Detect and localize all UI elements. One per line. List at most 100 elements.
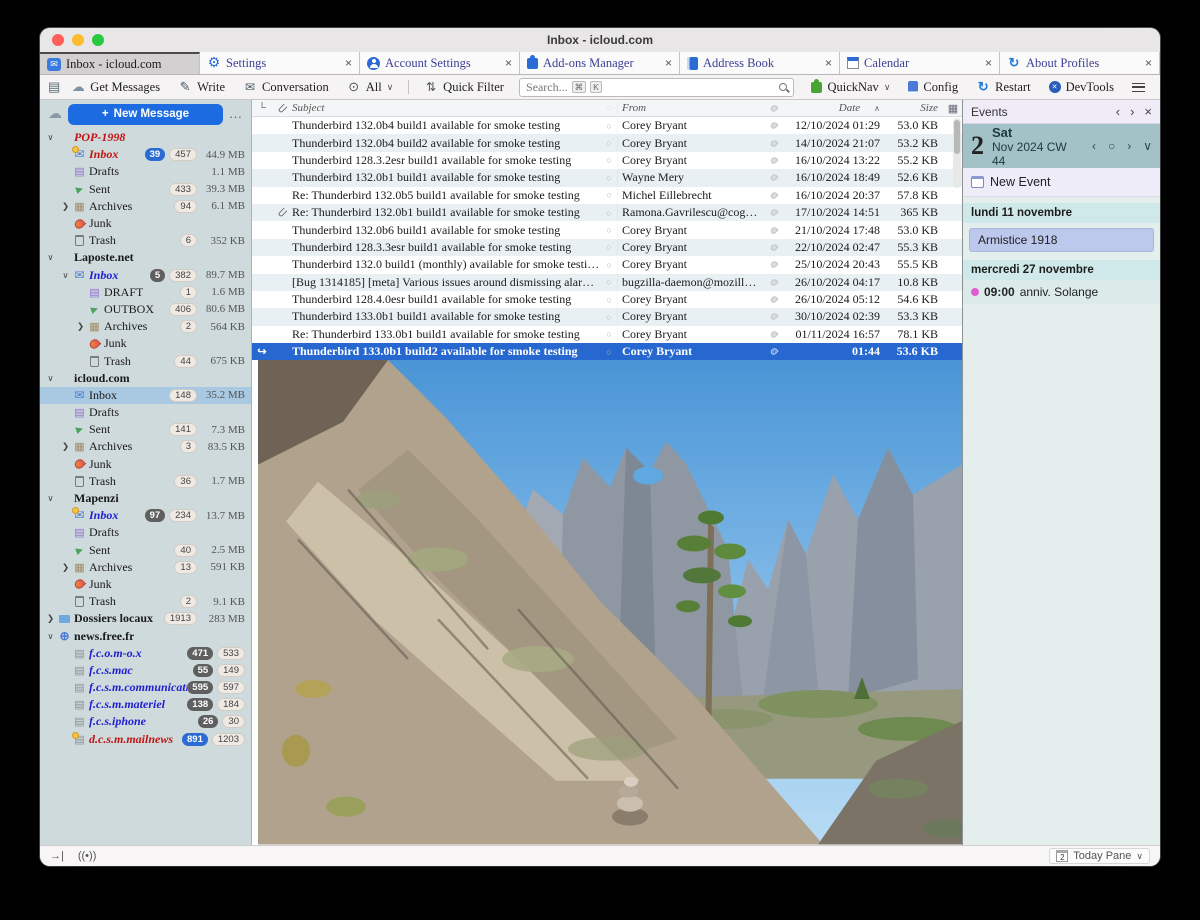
twisty-icon[interactable]: ❯: [59, 441, 72, 452]
timed-event[interactable]: 09:00anniv. Solange: [963, 280, 1160, 304]
tab-calendar[interactable]: Calendar ×: [840, 52, 1000, 74]
message-row[interactable]: Re: Thunderbird 133.0b1 build1 available…: [252, 326, 962, 343]
subject-column-header[interactable]: Subject: [292, 102, 601, 114]
write-button[interactable]: Write: [171, 77, 232, 97]
all-day-event[interactable]: Armistice 1918: [969, 228, 1154, 252]
junk-indicator[interactable]: [765, 192, 782, 199]
folder-row[interactable]: Drafts: [40, 404, 251, 421]
junk-column-icon[interactable]: [765, 105, 782, 112]
message-row[interactable]: Thunderbird 132.0 build1 (monthly) avail…: [252, 256, 962, 273]
read-indicator[interactable]: ○: [601, 277, 617, 287]
read-indicator[interactable]: ○: [601, 138, 617, 148]
new-message-button[interactable]: + New Message: [68, 104, 223, 125]
message-list-scrollbar[interactable]: [953, 118, 961, 188]
tab-close-icon[interactable]: ×: [345, 56, 352, 70]
today-pane-toggle[interactable]: 2 Today Pane ∨: [1049, 848, 1150, 864]
folder-row[interactable]: ❯ Archives 94 6.1 MB: [40, 198, 251, 215]
folder-row[interactable]: Inbox 39 457 44.9 MB: [40, 146, 251, 163]
twisty-icon[interactable]: ❯: [74, 321, 87, 332]
folder-row[interactable]: f.c.s.iphone 26 30: [40, 713, 251, 730]
twisty-icon[interactable]: ❯: [44, 613, 57, 624]
read-indicator[interactable]: ○: [601, 208, 617, 218]
message-row[interactable]: Thunderbird 128.3.2esr build1 available …: [252, 152, 962, 169]
message-row[interactable]: Thunderbird 132.0b1 build1 available for…: [252, 169, 962, 186]
tab-close-icon[interactable]: ×: [665, 56, 672, 70]
restart-button[interactable]: Restart: [969, 77, 1037, 97]
folder-row[interactable]: ❯ Archives 2 564 KB: [40, 318, 251, 335]
tab-close-icon[interactable]: ×: [1145, 56, 1152, 70]
read-indicator[interactable]: ○: [601, 295, 617, 305]
expand-chevron-icon[interactable]: ∨: [1143, 139, 1152, 153]
message-row[interactable]: Re: Thunderbird 132.0b5 build1 available…: [252, 187, 962, 204]
folder-row[interactable]: Sent 40 2.5 MB: [40, 542, 251, 559]
tab-close-icon[interactable]: ×: [985, 56, 992, 70]
folder-row[interactable]: ∨ news.free.fr: [40, 627, 251, 644]
events-close-button[interactable]: ×: [1144, 104, 1152, 119]
message-row[interactable]: Thunderbird 133.0b1 build1 available for…: [252, 308, 962, 325]
thread-column-icon[interactable]: └: [252, 102, 272, 114]
read-column-icon[interactable]: ◌: [601, 103, 617, 113]
twisty-icon[interactable]: ❯: [59, 201, 72, 212]
folder-row[interactable]: ∨ POP-1998: [40, 129, 251, 146]
twisty-icon[interactable]: ∨: [44, 132, 57, 143]
folder-row[interactable]: Junk: [40, 576, 251, 593]
junk-indicator[interactable]: [765, 174, 782, 181]
from-column-header[interactable]: From: [617, 102, 765, 114]
folder-row[interactable]: ∨ icloud.com: [40, 370, 251, 387]
tab-inbox-icloud-com[interactable]: Inbox - icloud.com: [40, 52, 200, 74]
new-event-button[interactable]: New Event: [963, 168, 1160, 197]
folder-row[interactable]: Inbox 97 234 13.7 MB: [40, 507, 251, 524]
junk-indicator[interactable]: [765, 122, 782, 129]
folder-row[interactable]: f.c.s.mac 55 149: [40, 662, 251, 679]
message-row[interactable]: [Bug 1314185] [meta] Various issues arou…: [252, 274, 962, 291]
prev-day-button[interactable]: ‹: [1092, 139, 1096, 153]
read-indicator[interactable]: ○: [601, 242, 617, 252]
read-indicator[interactable]: ○: [601, 329, 617, 339]
message-row[interactable]: ↪ Thunderbird 133.0b1 build2 available f…: [252, 343, 962, 360]
date-column-header[interactable]: Date∧: [782, 102, 888, 114]
folder-row[interactable]: Junk: [40, 215, 251, 232]
folder-row[interactable]: ∨ Mapenzi: [40, 490, 251, 507]
message-row[interactable]: Thunderbird 132.0b6 build1 available for…: [252, 221, 962, 238]
junk-indicator[interactable]: [765, 227, 782, 234]
junk-indicator[interactable]: [765, 157, 782, 164]
folder-row[interactable]: Trash 6 352 KB: [40, 232, 251, 249]
quicknav-button[interactable]: QuickNav ∨: [804, 78, 897, 97]
get-messages-button[interactable]: Get Messages: [64, 77, 167, 97]
message-row[interactable]: Thunderbird 128.4.0esr build1 available …: [252, 291, 962, 308]
app-menu-button[interactable]: [1125, 81, 1152, 94]
read-indicator[interactable]: ○: [601, 190, 617, 200]
folder-row[interactable]: d.c.s.m.mailnews 891 1203: [40, 731, 251, 748]
junk-indicator[interactable]: [765, 140, 782, 147]
folder-row[interactable]: ∨ Laposte.net: [40, 249, 251, 266]
folder-row[interactable]: Trash 44 675 KB: [40, 352, 251, 369]
junk-indicator[interactable]: [765, 296, 782, 303]
search-input[interactable]: Search... ⌘ K: [519, 78, 795, 97]
dock-toggle-icon[interactable]: →|: [50, 850, 64, 862]
tab-about-profiles[interactable]: About Profiles ×: [1000, 52, 1160, 74]
tab-close-icon[interactable]: ×: [505, 56, 512, 70]
folder-row[interactable]: DRAFT 1 1.6 MB: [40, 284, 251, 301]
twisty-icon[interactable]: ∨: [44, 373, 57, 384]
today-button[interactable]: ○: [1108, 139, 1115, 153]
folder-row[interactable]: ❯ Archives 13 591 KB: [40, 559, 251, 576]
junk-indicator[interactable]: [765, 331, 782, 338]
read-indicator[interactable]: ○: [601, 173, 617, 183]
twisty-icon[interactable]: ∨: [44, 252, 57, 263]
junk-indicator[interactable]: [765, 313, 782, 320]
twisty-icon[interactable]: ∨: [44, 631, 57, 642]
read-indicator[interactable]: ○: [601, 155, 617, 165]
folder-row[interactable]: Drafts 1.1 MB: [40, 163, 251, 180]
scrollbar-thumb[interactable]: [954, 120, 960, 154]
spaces-toggle-icon[interactable]: [48, 79, 60, 95]
tab-address-book[interactable]: Address Book ×: [680, 52, 840, 74]
folder-row[interactable]: f.c.s.m.communication 595 597: [40, 679, 251, 696]
conversation-button[interactable]: Conversation: [236, 78, 336, 97]
folder-row[interactable]: Trash 36 1.7 MB: [40, 473, 251, 490]
tab-add-ons-manager[interactable]: Add-ons Manager ×: [520, 52, 680, 74]
config-button[interactable]: Config: [901, 78, 965, 97]
read-indicator[interactable]: ○: [601, 347, 617, 357]
view-picker-dropdown[interactable]: All ∨: [340, 77, 401, 97]
junk-indicator[interactable]: [765, 244, 782, 251]
message-row[interactable]: Thunderbird 128.3.3esr build1 available …: [252, 239, 962, 256]
